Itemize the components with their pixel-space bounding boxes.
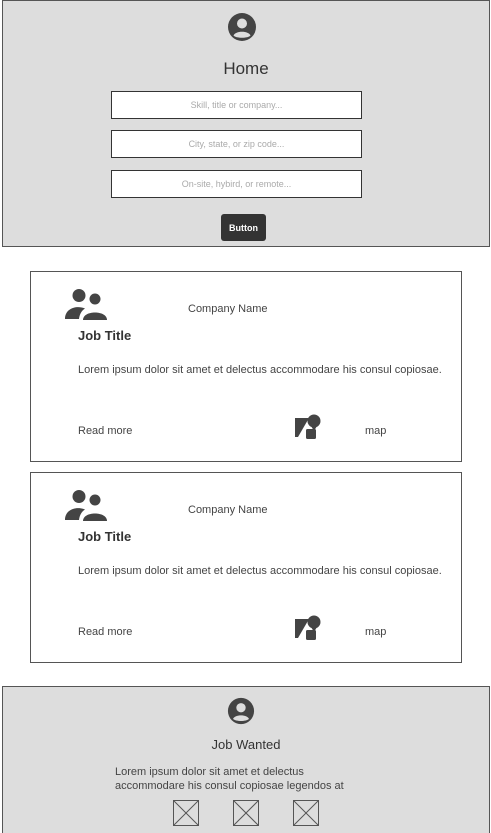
- read-more-link[interactable]: Read more: [78, 626, 132, 638]
- job-description: Lorem ipsum dolor sit amet et delectus a…: [78, 364, 442, 376]
- user-circle-icon[interactable]: [227, 12, 257, 42]
- image-placeholder-icon: [293, 800, 319, 826]
- page-title: Home: [223, 59, 269, 78]
- job-title: Job Title: [78, 328, 132, 343]
- footer-panel: Job Wanted Lorem ipsum dolor sit amet et…: [2, 686, 490, 833]
- header-panel: Home Button: [2, 0, 490, 247]
- footer-description: Lorem ipsum dolor sit amet et delectus a…: [115, 766, 344, 792]
- company-name: Company Name: [188, 303, 268, 315]
- job-card[interactable]: Company Name Job Title Lorem ipsum dolor…: [30, 271, 462, 462]
- worktype-search-input[interactable]: [111, 170, 362, 198]
- job-card[interactable]: Company Name Job Title Lorem ipsum dolor…: [30, 472, 462, 663]
- read-more-link[interactable]: Read more: [78, 425, 132, 437]
- user-circle-icon[interactable]: [227, 697, 255, 725]
- map-link[interactable]: map: [365, 425, 386, 437]
- people-icon: [65, 490, 107, 521]
- footer-title: Job Wanted: [211, 737, 281, 752]
- image-placeholder-icon: [173, 800, 199, 826]
- search-button[interactable]: Button: [221, 214, 266, 241]
- map-icon[interactable]: [294, 413, 322, 441]
- location-search-input[interactable]: [111, 130, 362, 158]
- company-name: Company Name: [188, 504, 268, 516]
- job-title: Job Title: [78, 529, 132, 544]
- people-icon: [65, 289, 107, 320]
- map-link[interactable]: map: [365, 626, 386, 638]
- job-description: Lorem ipsum dolor sit amet et delectus a…: [78, 565, 442, 577]
- map-icon[interactable]: [294, 614, 322, 642]
- image-placeholder-icon: [233, 800, 259, 826]
- skill-search-input[interactable]: [111, 91, 362, 119]
